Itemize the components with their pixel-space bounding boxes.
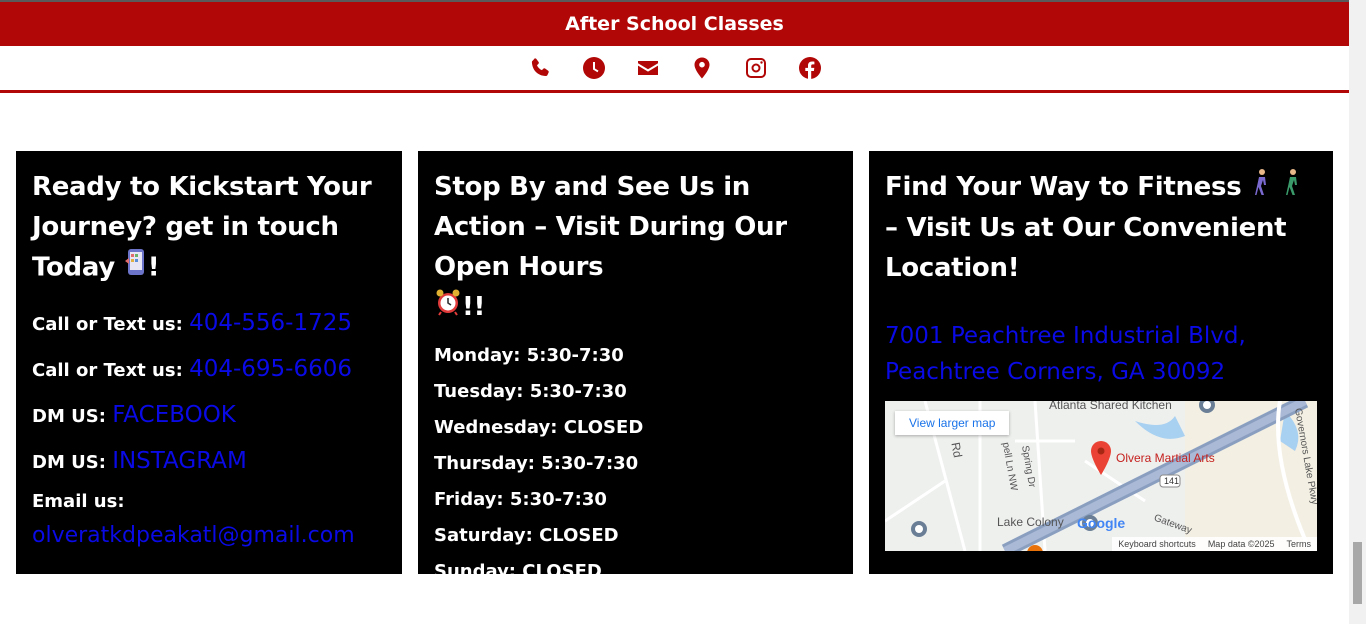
phone-icon[interactable] [527, 55, 553, 81]
location-heading: Find Your Way to Fitness – Visit Us at O… [885, 167, 1317, 288]
phone-link-2[interactable]: 404-695-6606 [189, 356, 352, 382]
hours-tuesday: Tuesday: 5:30-7:30 [434, 380, 627, 402]
email-link[interactable]: olveratkdpeakatl@gmail.com [32, 523, 355, 548]
map-road-label: Rd [948, 441, 965, 459]
hours-sunday: Sunday: CLOSED [434, 560, 602, 582]
vertical-scrollbar[interactable] [1349, 0, 1366, 624]
keyboard-shortcuts-link[interactable]: Keyboard shortcuts [1118, 539, 1196, 549]
clock-icon[interactable] [581, 55, 607, 81]
envelope-icon[interactable] [635, 55, 661, 81]
instagram-link[interactable]: INSTAGRAM [112, 448, 247, 474]
hours-saturday: Saturday: CLOSED [434, 524, 619, 546]
phone-link-1[interactable]: 404-556-1725 [189, 310, 352, 336]
hours-card: Stop By and See Us in Action – Visit Dur… [418, 151, 853, 582]
facebook-link[interactable]: FACEBOOK [112, 402, 236, 428]
map-route-label: 141 [1164, 476, 1180, 486]
hours-monday: Monday: 5:30-7:30 [434, 344, 624, 366]
map-area-label: Lake Colony [997, 515, 1064, 529]
hours-heading: Stop By and See Us in Action – Visit Dur… [434, 167, 837, 328]
address: 7001 Peachtree Industrial Blvd, Peachtre… [885, 318, 1317, 390]
map-data-label: Map data ©2025 [1207, 539, 1275, 549]
hours-list: Monday: 5:30-7:30 Tuesday: 5:30-7:30 Wed… [434, 338, 837, 590]
embedded-map[interactable]: View larger map Atlanta Shared Kitchen O… [885, 401, 1317, 551]
person-walking-emoji-icon-2 [1281, 168, 1303, 208]
hours-friday: Friday: 5:30-7:30 [434, 488, 607, 510]
alarm-clock-emoji-icon [434, 288, 462, 328]
email-row: olveratkdpeakatl@gmail.com [32, 517, 386, 555]
map-marker-label[interactable]: Olvera Martial Arts [1116, 451, 1215, 465]
terms-link[interactable]: Terms [1287, 539, 1312, 549]
location-card: Find Your Way to Fitness – Visit Us at O… [869, 151, 1333, 574]
view-larger-map-link[interactable]: View larger map [895, 411, 1010, 435]
map-footer: Keyboard shortcuts Map data ©2025 Terms [1112, 537, 1317, 551]
contact-row-instagram: DM US: INSTAGRAM [32, 448, 247, 474]
banner-title: After School Classes [565, 13, 784, 35]
map-poi-label: Atlanta Shared Kitchen [1049, 401, 1172, 412]
hours-thursday: Thursday: 5:30-7:30 [434, 452, 639, 474]
hours-wednesday: Wednesday: CLOSED [434, 416, 644, 438]
map-pin-icon[interactable] [689, 55, 715, 81]
google-logo: Google [1077, 515, 1126, 531]
header-divider [0, 90, 1349, 93]
facebook-icon[interactable] [797, 55, 823, 81]
mobile-phone-emoji-icon [124, 247, 148, 289]
contact-heading: Ready to Kickstart Your Journey? get in … [32, 167, 386, 289]
address-link-line2[interactable]: Peachtree Corners, GA 30092 [885, 354, 1317, 390]
scrollbar-thumb[interactable] [1353, 542, 1362, 604]
instagram-icon[interactable] [743, 55, 769, 81]
contact-list: Call or Text us: 404-556-1725 Call or Te… [32, 301, 386, 555]
contact-row-phone2: Call or Text us: 404-695-6606 [32, 356, 352, 382]
email-label: Email us: [32, 491, 125, 512]
social-icon-bar [0, 46, 1349, 90]
announcement-banner[interactable]: After School Classes [0, 2, 1349, 46]
person-walking-emoji-icon [1250, 168, 1272, 208]
address-link-line1[interactable]: 7001 Peachtree Industrial Blvd, [885, 318, 1317, 354]
contact-card: Ready to Kickstart Your Journey? get in … [16, 151, 402, 574]
contact-row-facebook: DM US: FACEBOOK [32, 402, 236, 428]
contact-row-phone1: Call or Text us: 404-556-1725 [32, 310, 352, 336]
